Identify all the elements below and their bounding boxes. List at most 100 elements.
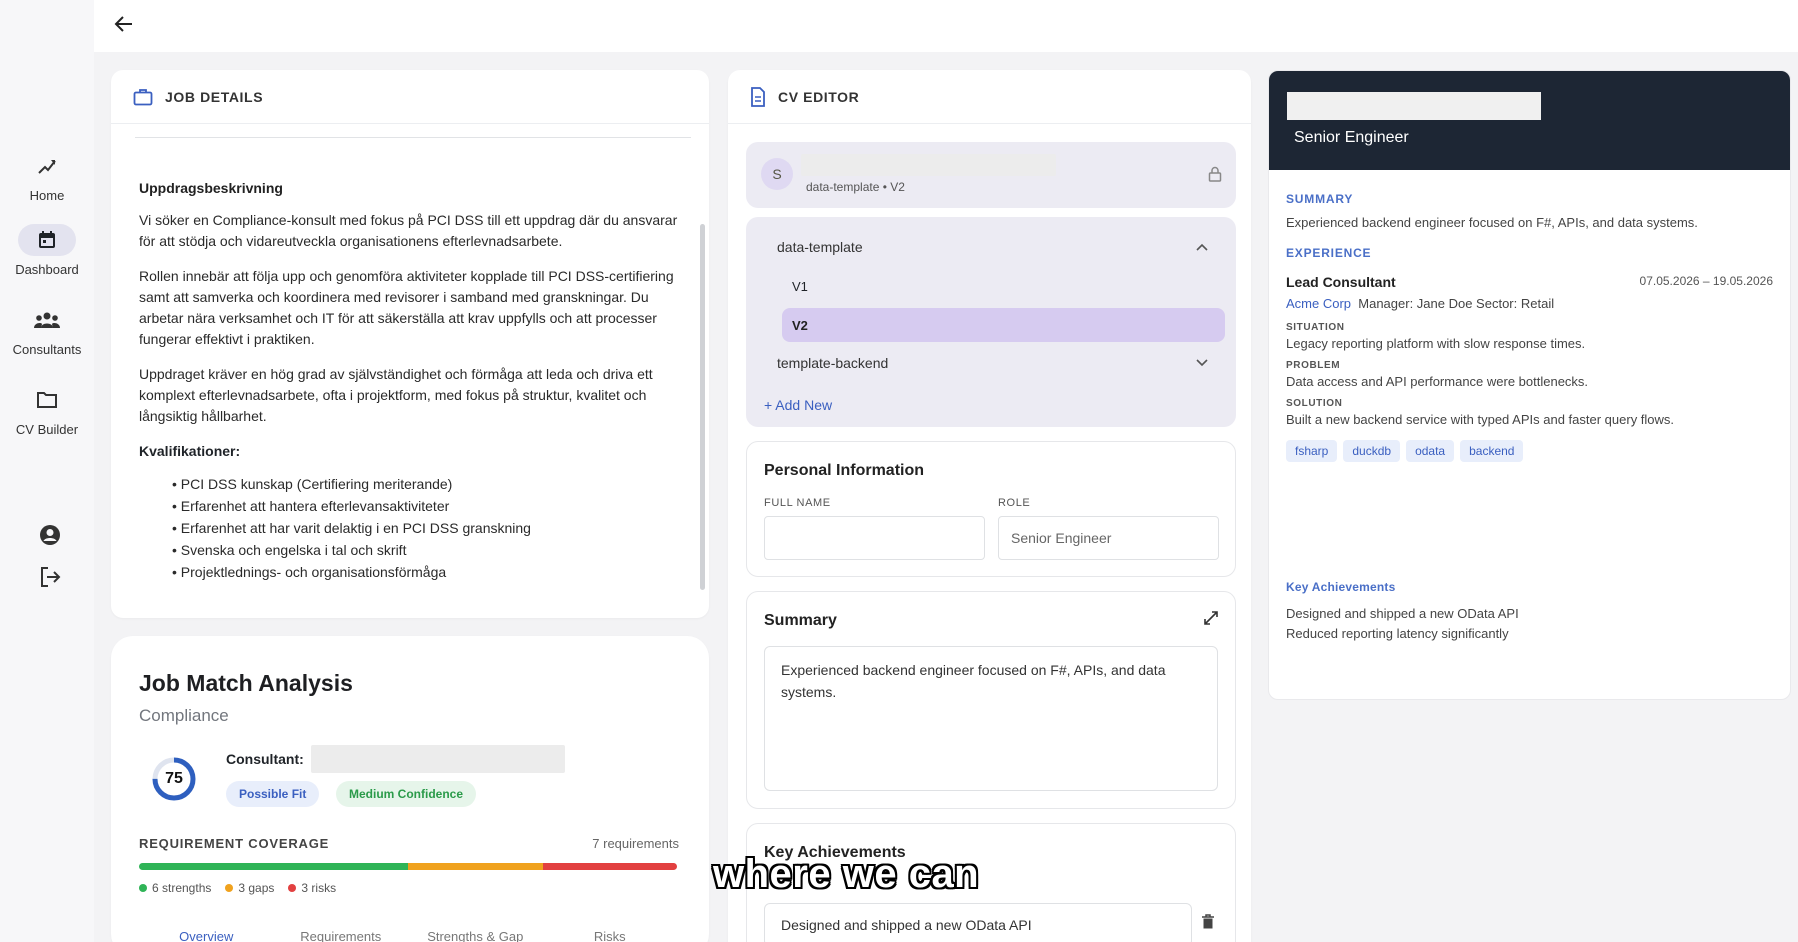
sidebar: Home Dashboard Consultants CV Builder xyxy=(0,0,94,942)
tab-overview[interactable]: Overview xyxy=(139,929,274,942)
coverage-legend: 6 strengths 3 gaps 3 risks xyxy=(139,881,336,895)
tab-requirements[interactable]: Requirements xyxy=(274,929,409,942)
job-details-header: JOB DETAILS xyxy=(111,70,709,124)
qualifications-heading: Kvalifikationer: xyxy=(139,443,241,459)
summary-textarea[interactable]: Experienced backend engineer focused on … xyxy=(764,646,1218,791)
home-icon xyxy=(18,150,76,182)
list-item: • Erfarenhet att har varit delaktig i en… xyxy=(172,520,531,536)
experience-company: Acme Corp xyxy=(1286,296,1352,311)
sidebar-item-label: Consultants xyxy=(12,342,82,357)
list-item: • PCI DSS kunskap (Certifiering meritera… xyxy=(172,476,453,492)
trash-icon[interactable] xyxy=(1201,914,1215,930)
consultant-label: Consultant: xyxy=(226,751,304,767)
match-score: 75 xyxy=(165,770,183,787)
logout-button[interactable] xyxy=(36,563,64,591)
role-label: ROLE xyxy=(998,497,1031,509)
experience-meta: Acme Corp Manager: Jane Doe Sector: Reta… xyxy=(1286,294,1773,314)
scrollbar[interactable] xyxy=(700,224,705,590)
sidebar-item-label: CV Builder xyxy=(15,422,79,437)
job-paragraph: Rollen innebär att följa upp och genomfö… xyxy=(139,268,674,347)
preview-summary: Experienced backend engineer focused on … xyxy=(1286,215,1698,230)
coverage-bar-strengths xyxy=(139,863,408,870)
legend-risks: 3 risks xyxy=(288,881,336,895)
sidebar-item-cv-builder[interactable]: CV Builder xyxy=(0,384,94,437)
situation-label: SITUATION xyxy=(1286,322,1345,333)
version-subtitle: data-template • V2 xyxy=(806,180,905,194)
template-item-template-backend[interactable]: template-backend xyxy=(777,355,888,371)
solution-text: Built a new backend service with typed A… xyxy=(1286,412,1675,427)
folder-icon xyxy=(18,384,76,416)
full-name-field[interactable] xyxy=(764,516,985,560)
chevron-up-icon[interactable] xyxy=(1196,243,1208,251)
lock-icon[interactable] xyxy=(1208,166,1222,182)
solution-label: SOLUTION xyxy=(1286,398,1343,409)
list-item: • Erfarenhet att hantera efterlevansakti… xyxy=(172,498,450,514)
preview-experience-label: EXPERIENCE xyxy=(1286,246,1372,260)
cv-editor-body: S data-template • V2 data-template V1 V2… xyxy=(746,142,1236,942)
expand-icon[interactable] xyxy=(1203,610,1219,626)
chevron-down-icon[interactable] xyxy=(1196,359,1208,367)
tab-strengths-gaps[interactable]: Strengths & Gap xyxy=(408,929,543,942)
analysis-tabs: Overview Requirements Strengths & Gap Ri… xyxy=(139,929,677,942)
job-description-heading: Uppdragsbeskrivning xyxy=(139,180,283,196)
divider xyxy=(135,137,691,138)
briefcase-icon xyxy=(133,88,153,105)
preview-role: Senior Engineer xyxy=(1294,129,1409,146)
skill-tags: fsharp duckdb odata backend xyxy=(1286,440,1773,462)
experience-details: Manager: Jane Doe Sector: Retail xyxy=(1358,296,1555,311)
logout-icon xyxy=(41,567,61,587)
job-match-card: Job Match Analysis Compliance 75 Consult… xyxy=(111,636,709,942)
coverage-bar xyxy=(139,863,677,870)
fit-badge: Possible Fit xyxy=(226,781,320,807)
personal-information-section: Personal Information FULL NAME ROLE Seni… xyxy=(746,441,1236,577)
sidebar-item-consultants[interactable]: Consultants xyxy=(0,304,94,357)
cv-editor-header: CV EDITOR xyxy=(728,70,1251,124)
section-title: Summary xyxy=(764,612,837,629)
back-button[interactable] xyxy=(110,10,138,38)
skill-tag: fsharp xyxy=(1286,440,1338,462)
document-icon xyxy=(751,86,765,107)
template-list: data-template V1 V2 template-backend + A… xyxy=(746,217,1236,427)
version-item-v2[interactable]: V2 xyxy=(782,308,1225,342)
coverage-bar-gaps xyxy=(408,863,543,870)
achievement-field[interactable]: Designed and shipped a new OData API xyxy=(764,903,1192,942)
add-new-button[interactable]: + Add New xyxy=(764,397,832,413)
job-details-title: JOB DETAILS xyxy=(165,88,264,105)
template-item-data-template[interactable]: data-template xyxy=(777,239,863,255)
list-item: • Projektlednings- och organisationsförm… xyxy=(172,564,447,580)
preview-achievements-label: Key Achievements xyxy=(1286,580,1396,594)
cv-editor-title: CV EDITOR xyxy=(778,88,860,105)
experience-heading: Lead Consultant 07.05.2026 – 19.05.2026 xyxy=(1286,274,1773,290)
arrow-left-icon xyxy=(114,16,132,32)
avatar: S xyxy=(761,158,793,190)
cv-editor-card: CV EDITOR S data-template • V2 data-temp… xyxy=(728,70,1251,942)
summary-section: Summary Experienced backend engineer foc… xyxy=(746,591,1236,809)
skill-tag: duckdb xyxy=(1343,440,1401,462)
sidebar-item-dashboard[interactable]: Dashboard xyxy=(0,224,94,277)
problem-label: PROBLEM xyxy=(1286,360,1341,371)
preview-header: Senior Engineer xyxy=(1269,71,1790,170)
redacted-consultant-name xyxy=(311,745,565,773)
job-description: Uppdragsbeskrivning Vi söker en Complian… xyxy=(111,125,709,618)
preview-achievement: Designed and shipped a new OData API xyxy=(1286,606,1519,621)
job-paragraph: Vi söker en Compliance-konsult med fokus… xyxy=(139,212,678,249)
redacted-consultant-name xyxy=(1287,92,1541,120)
role-field[interactable]: Senior Engineer xyxy=(998,516,1219,560)
tab-risks[interactable]: Risks xyxy=(543,929,678,942)
legend-gaps: 3 gaps xyxy=(225,881,274,895)
video-caption: where we can xyxy=(713,852,980,896)
redacted-consultant-name xyxy=(801,154,1056,176)
preview-achievement: Reduced reporting latency significantly xyxy=(1286,626,1509,641)
preview-summary-label: SUMMARY xyxy=(1286,192,1354,206)
account-button[interactable] xyxy=(36,521,64,549)
skill-tag: backend xyxy=(1460,440,1524,462)
experience-dates: 07.05.2026 – 19.05.2026 xyxy=(1639,274,1773,288)
cv-preview: Senior Engineer SUMMARY Experienced back… xyxy=(1268,70,1791,700)
situation-text: Legacy reporting platform with slow resp… xyxy=(1286,336,1586,351)
current-version-card[interactable]: S data-template • V2 xyxy=(746,142,1236,208)
confidence-badge: Medium Confidence xyxy=(336,781,477,807)
sidebar-item-home[interactable]: Home xyxy=(0,150,94,203)
experience-title: Lead Consultant xyxy=(1286,274,1396,290)
version-item-v1[interactable]: V1 xyxy=(782,269,1225,303)
preview-body: SUMMARY Experienced backend engineer foc… xyxy=(1269,192,1790,644)
